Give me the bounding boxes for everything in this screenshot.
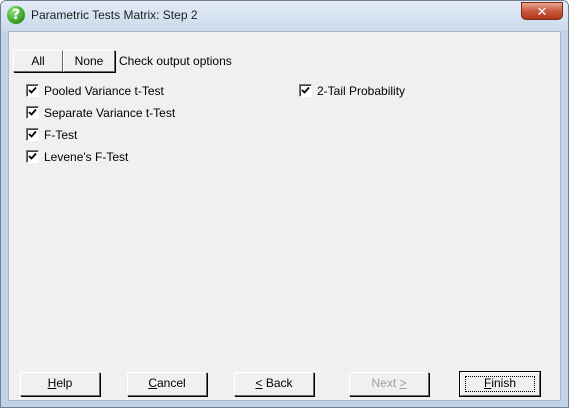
help-button[interactable]: Help [20, 372, 100, 396]
close-button[interactable]: ✕ [521, 2, 563, 20]
f-test-label: F-Test [44, 128, 78, 142]
checkmark-icon [301, 86, 310, 94]
finish-button[interactable]: Finish [459, 371, 541, 397]
separate-variance-checkbox[interactable] [26, 106, 39, 119]
help-label: elp [56, 376, 73, 390]
checkmark-icon [28, 108, 37, 116]
back-button[interactable]: < Back [234, 372, 314, 396]
checkmark-icon [28, 130, 37, 138]
two-tail-probability-label: 2-Tail Probability [317, 84, 406, 98]
next-accel: > [399, 376, 407, 390]
two-tail-probability-checkbox[interactable] [299, 84, 312, 97]
next-label: Next [371, 376, 400, 390]
title-bar[interactable]: ? Parametric Tests Matrix: Step 2 ✕ [1, 1, 568, 31]
checkmark-icon [28, 86, 37, 94]
close-icon: ✕ [536, 4, 548, 19]
pooled-variance-checkbox[interactable] [26, 84, 39, 97]
next-button[interactable]: Next > [349, 372, 429, 396]
window-title: Parametric Tests Matrix: Step 2 [31, 8, 198, 22]
select-all-label: All [31, 54, 45, 68]
back-label: Back [262, 376, 293, 390]
finish-focus-rect [465, 376, 535, 392]
f-test-checkbox[interactable] [26, 128, 39, 141]
cancel-label: ancel [156, 376, 186, 390]
back-accel: < [255, 376, 263, 390]
levene-f-test-checkbox[interactable] [26, 150, 39, 163]
cancel-button[interactable]: Cancel [127, 372, 207, 396]
select-all-button[interactable]: All [13, 50, 63, 72]
separate-variance-label: Separate Variance t-Test [44, 106, 176, 120]
check-output-caption: Check output options [119, 54, 232, 68]
question-icon: ? [7, 6, 25, 24]
cancel-accel: C [148, 376, 157, 390]
dialog-content: All None Check output options Pooled Var… [8, 31, 561, 401]
select-none-button[interactable]: None [63, 50, 115, 72]
dialog-window: ? Parametric Tests Matrix: Step 2 ✕ All … [0, 0, 569, 408]
pooled-variance-label: Pooled Variance t-Test [44, 84, 164, 98]
checkmark-icon [28, 152, 37, 160]
levene-f-test-label: Levene's F-Test [44, 150, 129, 164]
select-none-label: None [74, 54, 104, 68]
